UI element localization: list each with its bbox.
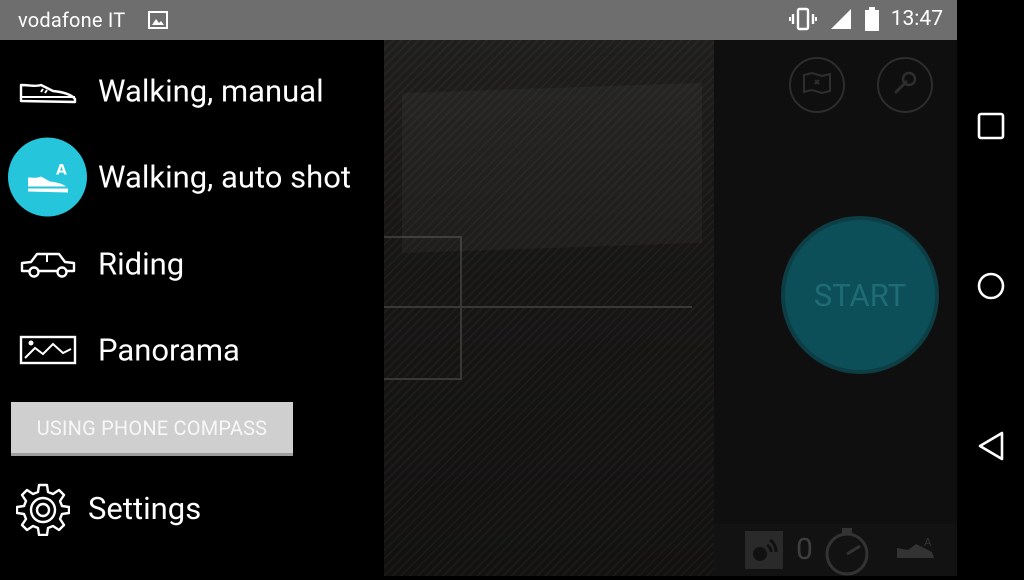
mode-label-riding: Riding — [98, 245, 185, 283]
svg-text:A: A — [924, 536, 932, 549]
home-button[interactable] — [957, 258, 1024, 318]
signal-icon — [829, 7, 853, 31]
settings-label: Settings — [88, 490, 202, 527]
phone-compass-label: USING PHONE COMPASS — [36, 415, 268, 440]
back-triangle-icon — [976, 430, 1006, 466]
mode-item-walking-manual[interactable]: Walking, manual — [0, 51, 384, 131]
mode-item-walking-auto-shot[interactable]: A Walking, auto shot — [0, 137, 384, 217]
stopwatch-icon — [822, 526, 872, 580]
car-icon — [18, 244, 78, 284]
navigation-drawer: Walking, manual A Walking, auto shot Rid… — [0, 40, 384, 576]
wrench-icon — [892, 70, 918, 100]
start-button[interactable]: START — [781, 216, 939, 374]
start-label: START — [813, 276, 907, 314]
clock-time: 13:47 — [890, 7, 943, 31]
phone-compass-button[interactable]: USING PHONE COMPASS — [11, 402, 293, 456]
image-notification-icon — [148, 10, 168, 34]
shot-count: 0 — [796, 532, 813, 567]
battery-icon — [864, 7, 879, 31]
mode-label-panorama: Panorama — [98, 331, 240, 369]
vibrate-icon — [788, 7, 817, 31]
walking-shoe-auto-icon: A — [8, 137, 87, 217]
gear-icon — [15, 482, 71, 540]
mode-label-walking-auto-shot: Walking, auto shot — [98, 158, 352, 196]
gps-signal-icon — [744, 530, 784, 574]
map-icon — [802, 71, 832, 99]
back-button[interactable] — [957, 418, 1024, 478]
navigation-bar — [957, 0, 1024, 576]
mode-item-panorama[interactable]: Panorama — [0, 310, 384, 390]
walking-auto-mode-icon: A — [894, 534, 936, 568]
camera-preview — [384, 40, 714, 576]
map-button[interactable] — [789, 57, 845, 113]
square-icon — [977, 112, 1005, 144]
mode-label-walking-manual: Walking, manual — [98, 72, 324, 110]
svg-text:A: A — [56, 162, 67, 178]
tools-button[interactable] — [877, 57, 933, 113]
settings-item[interactable]: Settings — [0, 470, 384, 550]
walking-shoe-icon — [18, 71, 78, 111]
carrier-name: vodafone IT — [18, 8, 126, 32]
panorama-icon — [18, 330, 78, 370]
mode-item-riding[interactable]: Riding — [0, 224, 384, 304]
circle-icon — [976, 271, 1006, 305]
recents-button[interactable] — [957, 98, 1024, 158]
status-bar: vodafone IT 13:47 — [0, 0, 957, 40]
